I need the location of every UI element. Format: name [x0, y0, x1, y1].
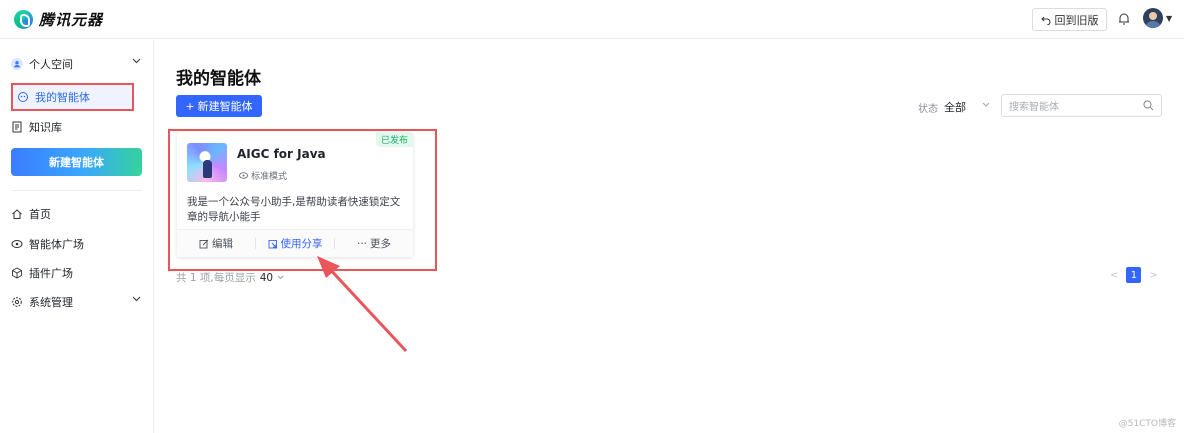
page-title: 我的智能体	[176, 69, 261, 89]
sidebar-item-knowledge-base[interactable]: 知识库	[11, 114, 62, 140]
chevron-down-icon[interactable]	[982, 102, 990, 108]
top-bar: 腾讯元器 回到旧版 ▼	[0, 0, 1184, 39]
new-agent-sidebar-button[interactable]: 新建智能体	[11, 148, 142, 176]
app-logo[interactable]: 腾讯元器	[14, 9, 103, 30]
document-icon	[12, 121, 22, 133]
chevron-down-icon	[132, 296, 141, 302]
mode-icon	[239, 172, 248, 179]
back-to-old-version-label: 回到旧版	[1054, 13, 1099, 27]
page-number-current[interactable]: 1	[1126, 267, 1142, 283]
page-size-select[interactable]: 40	[260, 272, 273, 284]
search-placeholder: 搜索智能体	[1009, 102, 1059, 113]
pagination-summary: 共 1 项,每页显示 40	[176, 270, 284, 285]
chevron-left-icon[interactable]: <	[1110, 270, 1118, 281]
chevron-down-icon	[132, 58, 141, 64]
sidebar-item-label: 系统管理	[29, 296, 73, 309]
annotation-arrow-icon	[317, 256, 408, 353]
edit-icon	[199, 239, 209, 248]
share-icon	[268, 239, 277, 248]
sidebar-item-my-agents[interactable]: 我的智能体	[11, 83, 134, 111]
logo-text: 腾讯元器	[39, 11, 104, 29]
watermark: @51CTO博客	[1118, 419, 1176, 429]
sidebar-item-label: 个人空间	[29, 58, 73, 71]
cube-icon	[12, 267, 22, 279]
sidebar-item-agent-plaza[interactable]: 智能体广场	[11, 231, 84, 257]
agent-card-title[interactable]: AIGC for Java	[237, 147, 326, 161]
caret-down-icon: ▼	[1166, 13, 1173, 23]
more-button[interactable]: ··· 更多	[335, 236, 413, 251]
sidebar-item-home[interactable]: 首页	[11, 201, 51, 227]
search-input[interactable]: 搜索智能体	[1001, 94, 1162, 117]
published-badge: 已发布	[375, 132, 413, 147]
agent-mode: 标准模式	[239, 169, 287, 182]
sidebar-item-label: 首页	[29, 208, 51, 221]
use-share-button[interactable]: 使用分享	[256, 236, 334, 251]
agent-mode-label: 标准模式	[251, 172, 288, 182]
status-filter-select[interactable]: 全部	[944, 99, 966, 115]
sidebar-item-system-admin[interactable]: 系统管理	[11, 289, 141, 315]
edit-label: 编辑	[212, 238, 233, 250]
chevron-down-icon[interactable]	[277, 275, 284, 280]
personal-space-icon	[11, 58, 23, 70]
divider	[11, 190, 142, 191]
agent-card[interactable]: 已发布 AIGC for Java 标准模式 我是一个公众号小助手,是帮助读者快…	[177, 132, 413, 257]
sidebar-item-personal-space[interactable]: 个人空间	[11, 51, 141, 77]
agent-plaza-icon	[11, 240, 23, 248]
notification-bell-icon[interactable]	[1118, 12, 1130, 26]
more-label: 更多	[370, 238, 391, 250]
home-icon	[12, 209, 22, 219]
undo-icon	[1040, 16, 1050, 25]
back-to-old-version-button[interactable]: 回到旧版	[1032, 8, 1107, 31]
pagination-summary-text: 共 1 项,每页显示	[176, 272, 256, 284]
sidebar: 个人空间 我的智能体 知识库 新建智能体 首页 智能体广场 插件广场 系统管理	[0, 40, 154, 433]
pager: < 1 >	[1110, 267, 1158, 283]
more-icon: ···	[356, 237, 367, 250]
agent-icon	[18, 92, 28, 102]
use-share-label: 使用分享	[280, 238, 323, 250]
sidebar-item-label: 插件广场	[29, 267, 73, 280]
sidebar-item-label: 我的智能体	[35, 91, 90, 104]
status-filter-label: 状态	[918, 104, 938, 115]
agent-description: 我是一个公众号小助手,是帮助读者快速锁定文章的导航小能手	[187, 196, 401, 223]
search-icon[interactable]	[1143, 100, 1154, 111]
chevron-right-icon[interactable]: >	[1149, 270, 1157, 281]
create-agent-button[interactable]: + 新建智能体	[176, 95, 262, 117]
gear-icon	[12, 297, 22, 307]
sidebar-item-label: 智能体广场	[29, 238, 84, 251]
create-agent-label: 新建智能体	[197, 100, 253, 113]
sidebar-item-plugin-plaza[interactable]: 插件广场	[11, 260, 73, 286]
user-menu[interactable]: ▼	[1143, 8, 1172, 28]
plus-icon: +	[185, 99, 195, 113]
edit-button[interactable]: 编辑	[177, 236, 255, 251]
sidebar-item-label: 知识库	[29, 121, 62, 134]
agent-thumbnail	[187, 143, 227, 182]
avatar	[1143, 8, 1163, 28]
logo-icon	[14, 10, 33, 29]
